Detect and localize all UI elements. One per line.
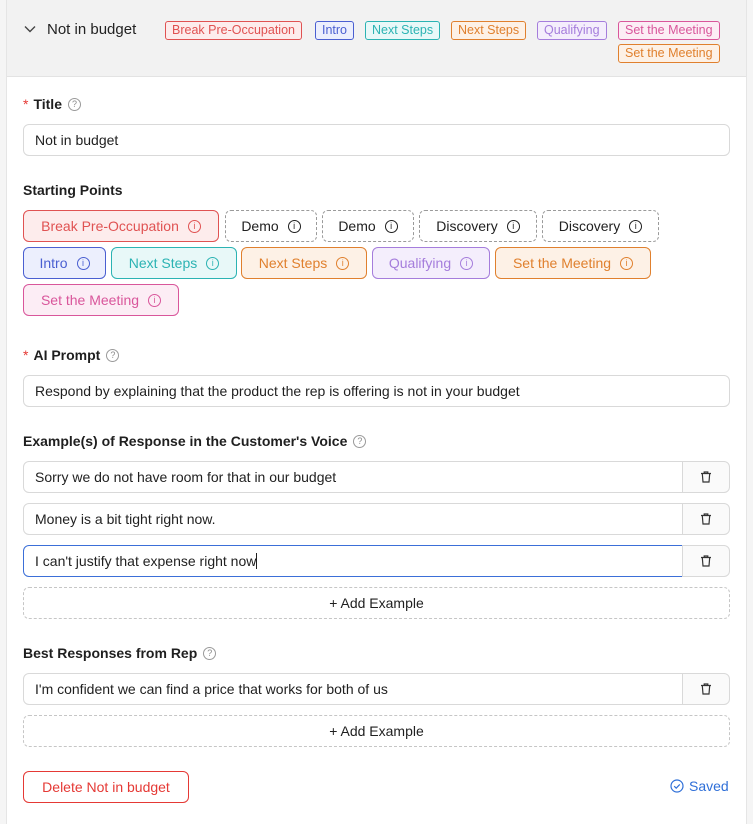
question-circle-icon[interactable]: ?: [203, 646, 217, 660]
starting-point-chip[interactable]: Set the Meeting i: [23, 284, 179, 316]
header-tag: Break Pre-Occupation: [165, 21, 302, 40]
rep-responses-label-text: Best Responses from Rep: [23, 645, 198, 661]
starting-point-chip[interactable]: Demo i: [322, 210, 414, 242]
starting-point-label: Intro: [39, 255, 68, 271]
info-icon: i: [336, 256, 350, 270]
starting-point-chip[interactable]: Break Pre-Occupation i: [23, 210, 219, 242]
starting-point-label: Set the Meeting: [40, 292, 140, 308]
header-tag: Qualifying: [537, 21, 607, 40]
panel-title: Not in budget: [47, 21, 137, 38]
example-input-text: I can't justify that expense right now: [35, 553, 257, 569]
starting-point-label: Next Steps: [128, 255, 198, 271]
add-rep-response-button[interactable]: + Add Example: [23, 715, 730, 747]
starting-point-chip[interactable]: Next Steps i: [111, 247, 237, 279]
header-tag: Set the Meeting: [618, 44, 720, 63]
add-customer-example-button[interactable]: + Add Example: [23, 587, 730, 619]
required-marker: *: [23, 96, 29, 112]
question-circle-icon[interactable]: ?: [353, 434, 367, 448]
starting-point-label: Set the Meeting: [512, 255, 612, 271]
info-icon: i: [620, 256, 634, 270]
starting-point-label: Discovery: [436, 218, 498, 234]
starting-point-label: Demo: [338, 218, 376, 234]
customer-examples-label-text: Example(s) of Response in the Customer's…: [23, 433, 348, 449]
trash-icon: [701, 683, 711, 695]
required-marker: *: [23, 347, 29, 363]
saved-label: Saved: [689, 778, 729, 794]
starting-point-label: Discovery: [558, 218, 621, 234]
starting-point-chip[interactable]: Discovery i: [419, 210, 537, 242]
starting-point-chip[interactable]: Discovery i: [542, 210, 659, 242]
objection-panel: Not in budget Break Pre-Occupation Intro…: [6, 0, 747, 824]
info-icon: i: [206, 256, 220, 270]
info-icon: i: [629, 219, 643, 233]
trash-icon: [701, 471, 711, 483]
info-icon: i: [384, 219, 398, 233]
example-row: Sorry we do not have room for that in ou…: [23, 461, 730, 493]
header-tag: Intro: [315, 21, 355, 40]
example-input[interactable]: Money is a bit tight right now.: [23, 503, 683, 535]
starting-point-label: Next Steps: [258, 255, 328, 271]
starting-point-label: Qualifying: [388, 255, 452, 271]
rep-response-input[interactable]: I'm confident we can find a price that w…: [23, 673, 683, 705]
panel-header[interactable]: Not in budget Break Pre-Occupation Intro…: [7, 0, 746, 77]
starting-point-chip[interactable]: Next Steps i: [241, 247, 367, 279]
example-row: I can't justify that expense right now: [23, 545, 730, 577]
customer-examples-label: Example(s) of Response in the Customer's…: [23, 433, 367, 449]
starting-point-chip[interactable]: Qualifying i: [372, 247, 490, 279]
text-cursor: [256, 553, 258, 569]
info-icon: i: [460, 256, 474, 270]
info-icon: i: [148, 293, 162, 307]
delete-rep-response-button[interactable]: [682, 673, 730, 705]
info-icon: i: [287, 219, 301, 233]
starting-point-label: Demo: [241, 218, 279, 234]
rep-responses-label: Best Responses from Rep ?: [23, 645, 217, 661]
title-label-text: Title: [33, 96, 62, 112]
header-tag: Next Steps: [365, 21, 441, 40]
trash-icon: [701, 513, 711, 525]
title-label: * Title ?: [23, 96, 81, 112]
starting-point-label: Break Pre-Occupation: [41, 218, 179, 234]
starting-point-chip[interactable]: Intro i: [23, 247, 106, 279]
header-tag: Set the Meeting: [618, 21, 720, 40]
saved-status: Saved: [670, 778, 729, 794]
chevron-down-icon[interactable]: [23, 22, 37, 36]
ai-prompt-label: * AI Prompt ?: [23, 347, 120, 363]
delete-example-button[interactable]: [682, 461, 730, 493]
header-tag: Next Steps: [451, 21, 527, 40]
question-circle-icon[interactable]: ?: [106, 348, 120, 362]
rep-response-row: I'm confident we can find a price that w…: [23, 673, 730, 705]
starting-points-label: Starting Points: [23, 182, 123, 198]
ai-prompt-input[interactable]: Respond by explaining that the product t…: [23, 375, 730, 407]
ai-prompt-label-text: AI Prompt: [33, 347, 101, 363]
delete-example-button[interactable]: [682, 545, 730, 577]
starting-point-chip[interactable]: Set the Meeting i: [495, 247, 651, 279]
delete-objection-button[interactable]: Delete Not in budget: [23, 771, 189, 803]
info-icon: i: [506, 219, 520, 233]
title-input[interactable]: Not in budget: [23, 124, 730, 156]
info-icon: i: [187, 219, 201, 233]
delete-example-button[interactable]: [682, 503, 730, 535]
check-circle-icon: [670, 779, 684, 793]
info-icon: i: [76, 256, 90, 270]
question-circle-icon[interactable]: ?: [67, 97, 81, 111]
example-row: Money is a bit tight right now.: [23, 503, 730, 535]
starting-point-chip[interactable]: Demo i: [225, 210, 317, 242]
trash-icon: [701, 555, 711, 567]
example-input-focused[interactable]: I can't justify that expense right now: [23, 545, 683, 577]
example-input[interactable]: Sorry we do not have room for that in ou…: [23, 461, 683, 493]
